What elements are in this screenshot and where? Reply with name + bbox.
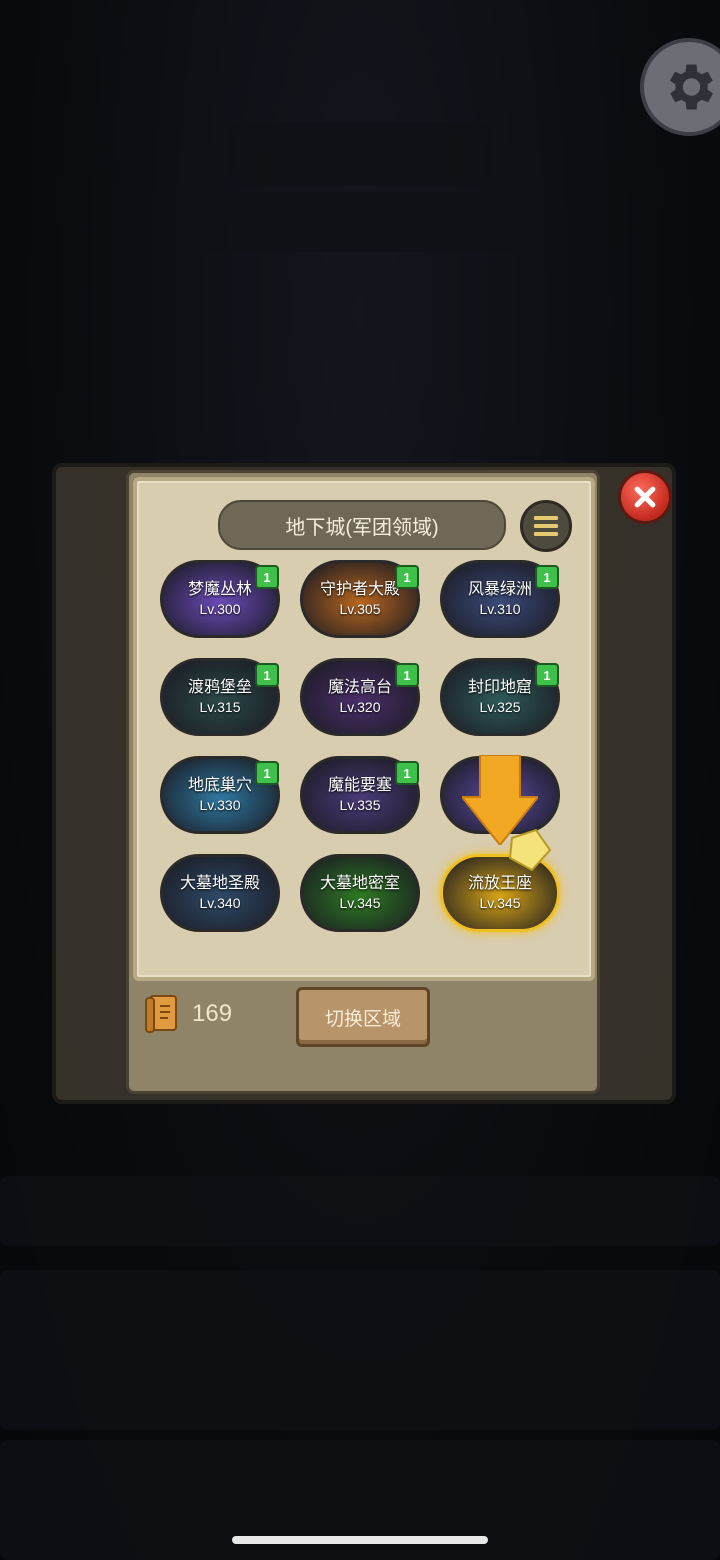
dungeon-name: 地底巢穴 [187,777,252,794]
dungeon-name: 魔能要塞 [327,777,392,794]
pointer-hand-icon [508,828,552,872]
dungeon-button[interactable]: 大墓地圣殿 Lv.340 [160,854,280,932]
dungeon-level: Lv.345 [339,895,381,911]
dungeon-level: Lv.315 [199,699,241,715]
menu-button[interactable] [520,500,572,552]
dungeon-name: 大墓地密室 [319,875,400,892]
dungeon-level: Lv.340 [199,895,241,911]
dungeon-button[interactable]: 渡鸦堡垒 Lv.315 1 [160,658,280,736]
dungeon-button[interactable]: 风暴绿洲 Lv.310 1 [440,560,560,638]
home-indicator [232,1536,488,1544]
dungeon-level: Lv.320 [339,699,381,715]
dungeon-name: 流放王座 [467,875,532,892]
new-badge: 1 [395,663,419,687]
gear-icon [670,64,713,110]
switch-region-button[interactable]: 切换区域 [296,987,430,1047]
dungeon-level: Lv.310 [479,601,521,617]
dungeon-button[interactable]: 封印地窟 Lv.325 1 [440,658,560,736]
scroll-icon [145,995,177,1033]
dialog-title-text: 地下城(军团领域) [285,516,439,539]
dungeon-name: 守护者大殿 [319,581,400,598]
dungeon-button[interactable]: 魔法高台 Lv.320 1 [300,658,420,736]
new-badge: 1 [255,663,279,687]
dungeon-name: 封印地窟 [467,679,532,696]
menu-icon [534,516,558,536]
close-icon [634,486,656,508]
dungeon-level: Lv.335 [339,797,381,813]
dungeon-level: Lv.345 [479,895,521,911]
dialog-title: 地下城(军团领域) [218,500,506,550]
new-badge: 1 [535,663,559,687]
dungeon-button[interactable]: 地底巢穴 Lv.330 1 [160,756,280,834]
dungeon-level: Lv.305 [339,601,381,617]
dungeon-name: 梦魔丛林 [187,581,252,598]
dungeon-button[interactable]: 大墓地密室 Lv.345 [300,854,420,932]
new-badge: 1 [395,565,419,589]
new-badge: 1 [535,565,559,589]
dungeon-level: Lv.330 [199,797,241,813]
scroll-count: 169 [192,1000,233,1027]
close-button[interactable] [618,470,672,524]
dungeon-name: 风暴绿洲 [467,581,532,598]
new-badge: 1 [255,565,279,589]
new-badge: 1 [255,761,279,785]
dungeon-button[interactable]: 梦魔丛林 Lv.300 1 [160,560,280,638]
new-badge: 1 [395,761,419,785]
dungeon-button[interactable]: 守护者大殿 Lv.305 1 [300,560,420,638]
dungeon-level: Lv.300 [199,601,241,617]
dungeon-button[interactable]: 魔能要塞 Lv.335 1 [300,756,420,834]
dungeon-level: Lv.325 [479,699,521,715]
dungeon-name: 渡鸦堡垒 [187,679,252,696]
dungeon-name: 大墓地圣殿 [179,875,260,892]
dungeon-name: 魔法高台 [327,679,392,696]
switch-region-label: 切换区域 [324,1008,401,1030]
